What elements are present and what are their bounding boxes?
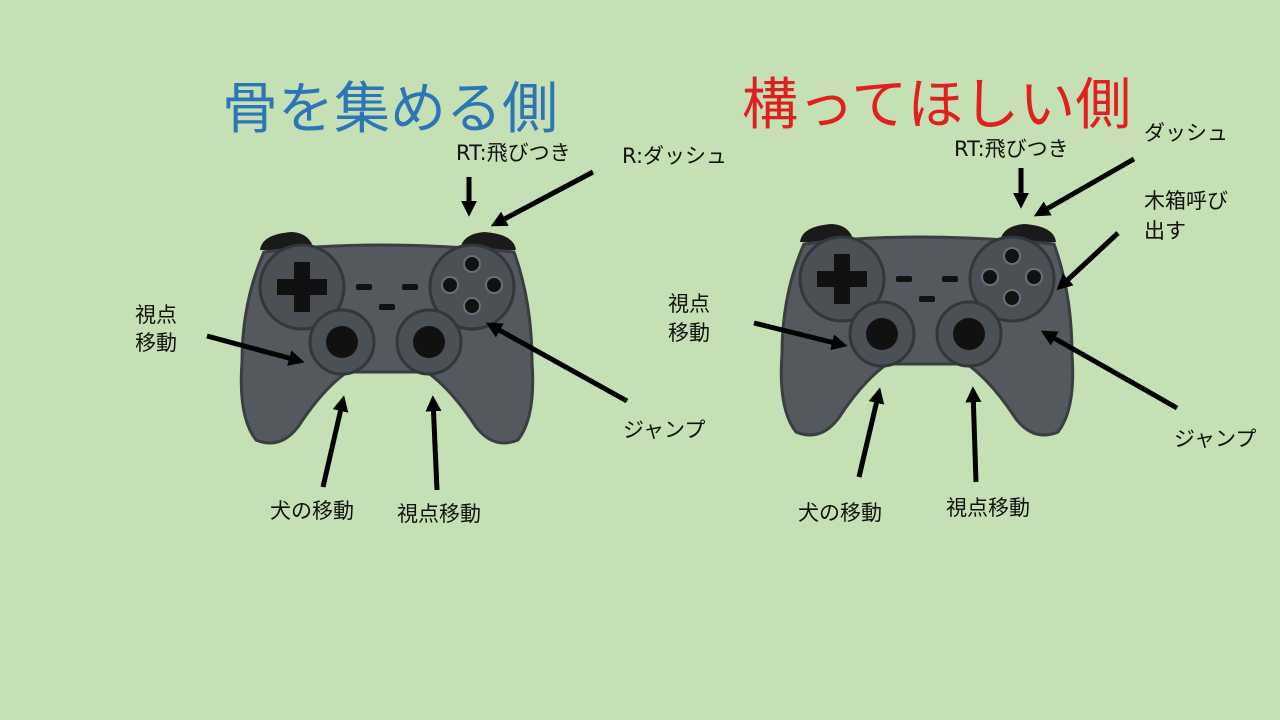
left-panel: 骨を集める側 RT:飛びつき R:ダッシュ 視点 移動 ジャンプ 犬の移動 視点… xyxy=(135,77,727,526)
right-crate-label-line2: 出す xyxy=(1144,219,1186,243)
right-dash-label: ダッシュ xyxy=(1144,121,1228,145)
left-view-label-line2: 移動 xyxy=(135,331,177,355)
right-title: 構ってほしい側 xyxy=(742,73,1131,138)
left-controller xyxy=(239,230,535,445)
right-view-move-label: 視点移動 xyxy=(946,496,1030,520)
left-view-label-line1: 視点 xyxy=(135,303,177,327)
controller-diagram: 骨を集める側 RT:飛びつき R:ダッシュ 視点 移動 ジャンプ 犬の移動 視点… xyxy=(135,73,1256,526)
left-jump-label: ジャンプ xyxy=(623,418,705,442)
right-jump-label: ジャンプ xyxy=(1174,427,1256,451)
left-rt-label: RT:飛びつき xyxy=(456,141,571,165)
right-dog-move-label: 犬の移動 xyxy=(798,501,882,525)
left-dog-move-arrow xyxy=(320,395,349,488)
right-controller xyxy=(779,222,1075,437)
right-rt-label: RT:飛びつき xyxy=(954,137,1069,161)
left-r-arrow xyxy=(490,169,595,227)
right-crate-label-line1: 木箱呼び xyxy=(1144,189,1228,213)
left-view-move-arrow xyxy=(425,395,442,491)
left-dog-move-label: 犬の移動 xyxy=(270,499,354,523)
left-view-move-label: 視点移動 xyxy=(397,502,481,526)
right-panel: 構ってほしい側 ダッシュ RT:飛びつき 木箱呼び 出す 視点 移動 ジャンプ … xyxy=(668,73,1256,525)
right-dash-arrow xyxy=(1033,156,1136,217)
right-view-label-line2: 移動 xyxy=(668,321,710,345)
right-crate-arrow xyxy=(1056,231,1120,291)
right-view-label-line1: 視点 xyxy=(668,292,710,316)
left-r-label: R:ダッシュ xyxy=(622,144,727,168)
left-title: 骨を集める側 xyxy=(222,77,558,142)
right-dog-move-arrow xyxy=(856,387,885,478)
right-view-move-arrow xyxy=(965,386,982,483)
